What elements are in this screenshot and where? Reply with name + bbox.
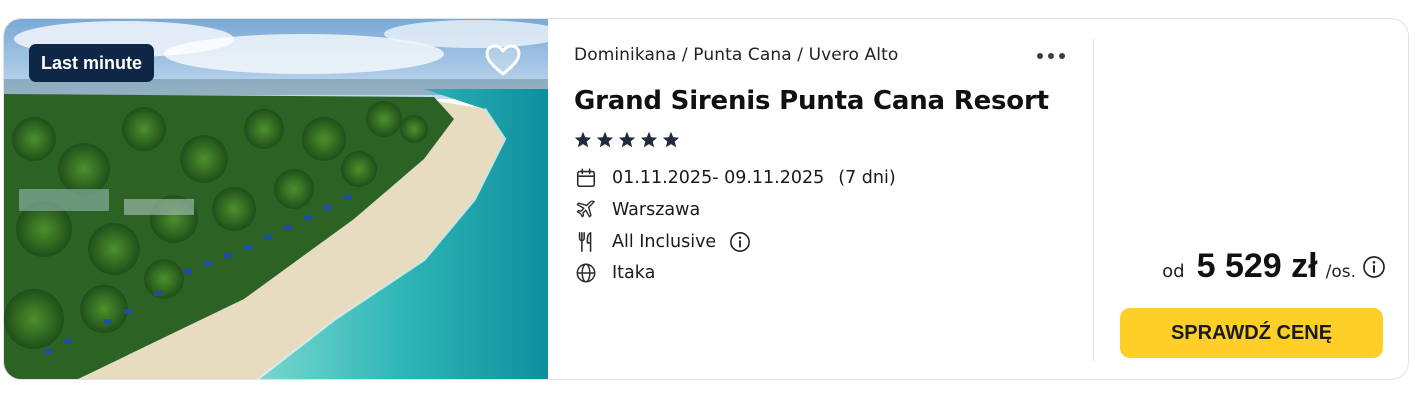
board-info-button[interactable]	[728, 230, 752, 254]
cutlery-icon	[578, 232, 592, 252]
info-icon	[730, 232, 751, 252]
trip-duration: (7 dni)	[838, 168, 896, 188]
last-minute-badge: Last minute	[29, 44, 155, 82]
location-breadcrumb[interactable]: Dominikana / Punta Cana / Uvero Alto	[574, 45, 898, 65]
globe-icon	[576, 263, 596, 283]
departure-row: Warszawa	[574, 198, 700, 222]
hotel-rating	[574, 131, 680, 148]
operator-row: Itaka	[574, 261, 655, 285]
travel-dates-row: 01.11.2025- 09.11.2025 (7 dni)	[574, 166, 896, 190]
offer-details: Dominikana / Punta Cana / Uvero Alto Gra…	[549, 19, 1093, 379]
star-icon	[574, 131, 592, 148]
star-icon	[662, 131, 680, 148]
board-type: All Inclusive	[612, 232, 717, 252]
travel-dates: 01.11.2025- 09.11.2025	[612, 168, 825, 188]
hotel-photo[interactable]: Last minute	[4, 19, 548, 379]
hotel-name[interactable]: Grand Sirenis Punta Cana Resort	[574, 86, 1049, 116]
heart-outline-icon	[485, 44, 521, 76]
more-options-button[interactable]	[1031, 43, 1071, 69]
info-icon	[1363, 256, 1385, 278]
star-icon	[640, 131, 658, 148]
calendar-icon	[576, 168, 596, 188]
price-line: od 5 529 zł /os.	[1162, 247, 1356, 286]
board-row: All Inclusive	[574, 230, 752, 254]
price-amount: 5 529 zł	[1196, 247, 1318, 285]
price-per-person: /os.	[1325, 262, 1356, 282]
check-price-button[interactable]: SPRAWDŹ CENĘ	[1120, 308, 1383, 358]
offer-card[interactable]: Last minute Dominikana / Punta Cana / Uv…	[3, 18, 1409, 380]
star-icon	[596, 131, 614, 148]
star-icon	[618, 131, 636, 148]
price-prefix: od	[1162, 261, 1185, 282]
favorite-button[interactable]	[482, 40, 524, 80]
price-section: od 5 529 zł /os. SPRAWDŹ CENĘ	[1094, 19, 1408, 379]
more-dots-icon	[1037, 53, 1043, 59]
departure-city: Warszawa	[612, 200, 701, 220]
price-info-button[interactable]	[1362, 255, 1386, 279]
tour-operator: Itaka	[612, 263, 656, 283]
plane-icon	[576, 200, 595, 218]
